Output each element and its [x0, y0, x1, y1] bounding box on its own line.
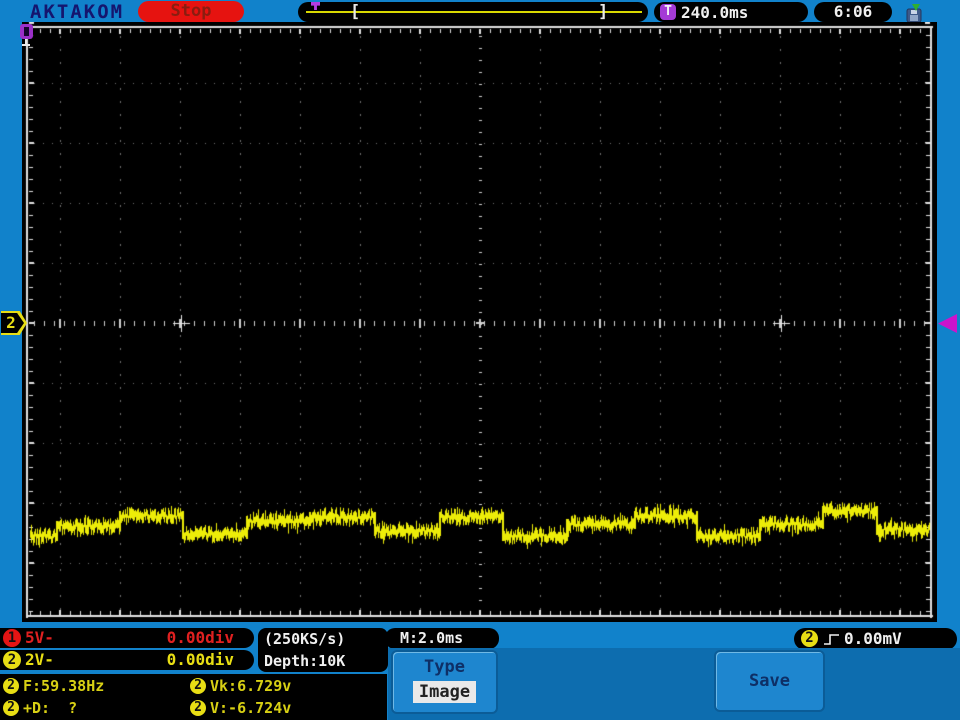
run-stop-badge[interactable]: Stop	[138, 1, 244, 22]
acquisition-info: (250KS/s) Depth:10K	[258, 628, 388, 672]
timebase-pill: M:2.0ms	[385, 628, 499, 649]
sample-rate: (250KS/s)	[264, 630, 346, 648]
measurements-panel: 2 F:59.38Hz 2 Vk:6.729v 2 +D: ? 2 V:-6.7…	[0, 674, 387, 720]
ch2-marker-label: 2	[6, 313, 16, 332]
trigger-channel-badge-icon: 2	[801, 630, 818, 647]
type-button-label: Type	[424, 657, 465, 677]
brand-logo: AKTAKOM	[30, 1, 125, 23]
trigger-level-value: 0.00mV	[844, 629, 902, 648]
clock-badge: 6:06	[814, 2, 892, 22]
meas-ch-badge-icon: 2	[3, 700, 19, 716]
meas-vk: Vk:6.729v	[210, 677, 292, 695]
hpos-window-right-bracket: ]	[598, 2, 609, 22]
record-depth: Depth:10K	[264, 652, 346, 670]
ch2-badge-icon: 2	[3, 651, 21, 669]
save-button[interactable]: Save	[714, 650, 825, 712]
meas-ch-badge-icon: 2	[190, 678, 206, 694]
rising-edge-icon	[824, 634, 839, 645]
ch1-status-pill: 1 5V- 0.00div	[0, 628, 254, 648]
ch1-scale: 5V-	[25, 628, 54, 647]
trigger-level-arrow-icon[interactable]	[938, 314, 957, 333]
trigger-time-value: 240.0ms	[681, 3, 749, 22]
meas-ch-badge-icon: 2	[190, 700, 206, 716]
graticule-canvas	[22, 22, 937, 622]
oscilloscope-screen: { "header": { "brand": "AKTAKOM", "stop_…	[0, 0, 960, 720]
trigger-level-pill: 2 0.00mV	[794, 628, 957, 650]
trigger-time-badge: T 240.0ms	[654, 2, 808, 22]
ch2-offset: 0.00div	[166, 650, 234, 669]
trigger-t-icon: T	[660, 4, 676, 20]
meas-duty: +D: ?	[23, 699, 78, 717]
ch2-status-pill: 2 2V- 0.00div	[0, 650, 254, 670]
hpos-window-left-bracket: [	[350, 2, 361, 22]
meas-ch-badge-icon: 2	[3, 678, 19, 694]
meas-frequency: F:59.38Hz	[23, 677, 105, 695]
meas-v: V:-6.724v	[210, 699, 292, 717]
ch1-offset: 0.00div	[166, 628, 234, 647]
ch1-badge-icon: 1	[3, 629, 21, 647]
type-button[interactable]: Type Image	[391, 650, 498, 714]
scope-display	[22, 22, 937, 622]
ch2-scale: 2V-	[25, 650, 54, 669]
hpos-trigger-marker-icon	[311, 2, 320, 10]
storage-icon	[906, 4, 922, 23]
horizontal-position-indicator[interactable]: [ ]	[298, 2, 648, 22]
type-button-value: Image	[412, 681, 477, 703]
trigger-position-flag-icon	[20, 24, 36, 50]
